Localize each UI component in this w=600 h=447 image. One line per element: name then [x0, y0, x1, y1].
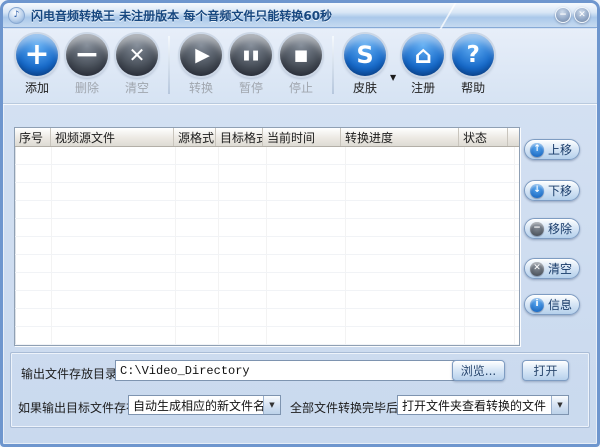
move-up-button[interactable]: ↑ 上移 [524, 139, 580, 160]
play-icon: ▶ [180, 34, 222, 76]
after-conversion-label: 全部文件转换完毕后: [290, 399, 402, 416]
add-button[interactable]: + 添加 [12, 34, 62, 96]
skin-dropdown-arrow-icon[interactable]: ▼ [390, 73, 396, 82]
arrow-down-icon: ↓ [530, 184, 544, 198]
pause-button[interactable]: ▮▮ 暂停 [226, 34, 276, 96]
file-exists-select[interactable]: 自动生成相应的新文件名 ▼ [128, 395, 281, 415]
output-directory-label: 输出文件存放目录: [21, 365, 121, 382]
clear-list-button[interactable]: ✕ 清空 [524, 258, 580, 279]
register-button-label: 注册 [411, 79, 435, 96]
cross-icon: ✕ [530, 262, 544, 276]
column-header-index[interactable]: 序号 [15, 128, 51, 146]
move-up-label: 上移 [548, 141, 572, 158]
minus-icon: − [530, 222, 544, 236]
minimize-button[interactable]: − [555, 7, 571, 23]
cross-icon: ✕ [116, 34, 158, 76]
remove-label: 移除 [548, 220, 572, 237]
skin-button-label: 皮肤 [353, 79, 377, 96]
column-header-source-format[interactable]: 源格式 [174, 128, 216, 146]
browse-button[interactable]: 浏览... [452, 360, 505, 381]
column-header-status[interactable]: 状态 [459, 128, 508, 146]
toolbar: + 添加 − 删除 ✕ 清空 ▶ 转换 ▮▮ 暂停 ■ 停止 S 皮肤 ▼ [3, 29, 597, 104]
question-icon: ? [452, 34, 494, 76]
skin-button[interactable]: S 皮肤 [340, 34, 390, 96]
plus-icon: + [16, 34, 58, 76]
home-icon: ⌂ [402, 34, 444, 76]
file-exists-selected-value: 自动生成相应的新文件名 [129, 397, 263, 414]
file-list-body[interactable] [15, 147, 519, 345]
output-options-panel: 输出文件存放目录: 浏览... 打开 如果输出目标文件存在: 自动生成相应的新文… [10, 352, 590, 428]
stop-button[interactable]: ■ 停止 [276, 34, 326, 96]
column-header-progress[interactable]: 转换进度 [341, 128, 459, 146]
register-button[interactable]: ⌂ 注册 [398, 34, 448, 96]
file-exists-label: 如果输出目标文件存在: [18, 399, 142, 416]
info-icon: i [530, 298, 544, 312]
after-conversion-select[interactable]: 打开文件夹查看转换的文件 ▼ [397, 395, 569, 415]
delete-button[interactable]: − 删除 [62, 34, 112, 96]
column-header-target-format[interactable]: 目标格式 [216, 128, 263, 146]
arrow-up-icon: ↑ [530, 143, 544, 157]
stop-button-label: 停止 [289, 79, 313, 96]
convert-button-label: 转换 [189, 79, 213, 96]
minus-icon: − [66, 34, 108, 76]
titlebar: ♪ 闪电音频转换王 未注册版本 每个音频文件只能转换60秒 − ✕ [3, 3, 597, 28]
app-icon: ♪ [8, 7, 25, 24]
convert-button[interactable]: ▶ 转换 [176, 34, 226, 96]
conversion-file-list[interactable]: 序号 视频源文件 源格式 目标格式 当前时间 转换进度 状态 [14, 127, 520, 346]
delete-button-label: 删除 [75, 79, 99, 96]
move-down-button[interactable]: ↓ 下移 [524, 180, 580, 201]
add-button-label: 添加 [25, 79, 49, 96]
close-button[interactable]: ✕ [574, 7, 590, 23]
toolbar-separator [168, 36, 170, 94]
output-directory-input[interactable] [115, 360, 456, 381]
toolbar-separator [332, 36, 334, 94]
clear-button-label: 清空 [125, 79, 149, 96]
file-list-header: 序号 视频源文件 源格式 目标格式 当前时间 转换进度 状态 [15, 128, 519, 147]
chevron-down-icon[interactable]: ▼ [263, 396, 280, 414]
clear-list-label: 清空 [548, 260, 572, 277]
remove-button[interactable]: − 移除 [524, 218, 580, 239]
window-controls: − ✕ [555, 7, 592, 23]
clear-button[interactable]: ✕ 清空 [112, 34, 162, 96]
after-conversion-selected-value: 打开文件夹查看转换的文件 [398, 397, 551, 414]
window-title: 闪电音频转换王 未注册版本 每个音频文件只能转换60秒 [31, 7, 332, 24]
info-label: 信息 [548, 296, 572, 313]
info-button[interactable]: i 信息 [524, 294, 580, 315]
column-header-filler [508, 128, 519, 146]
move-down-label: 下移 [548, 182, 572, 199]
chevron-down-icon[interactable]: ▼ [551, 396, 568, 414]
pause-button-label: 暂停 [239, 79, 263, 96]
open-button[interactable]: 打开 [522, 360, 569, 381]
column-header-current-time[interactable]: 当前时间 [263, 128, 341, 146]
pause-icon: ▮▮ [230, 34, 272, 76]
stop-icon: ■ [280, 34, 322, 76]
help-button[interactable]: ? 帮助 [448, 34, 498, 96]
skin-icon: S [344, 34, 386, 76]
column-header-source-file[interactable]: 视频源文件 [51, 128, 174, 146]
help-button-label: 帮助 [461, 79, 485, 96]
app-window: ♪ 闪电音频转换王 未注册版本 每个音频文件只能转换60秒 − ✕ + 添加 −… [0, 0, 600, 447]
